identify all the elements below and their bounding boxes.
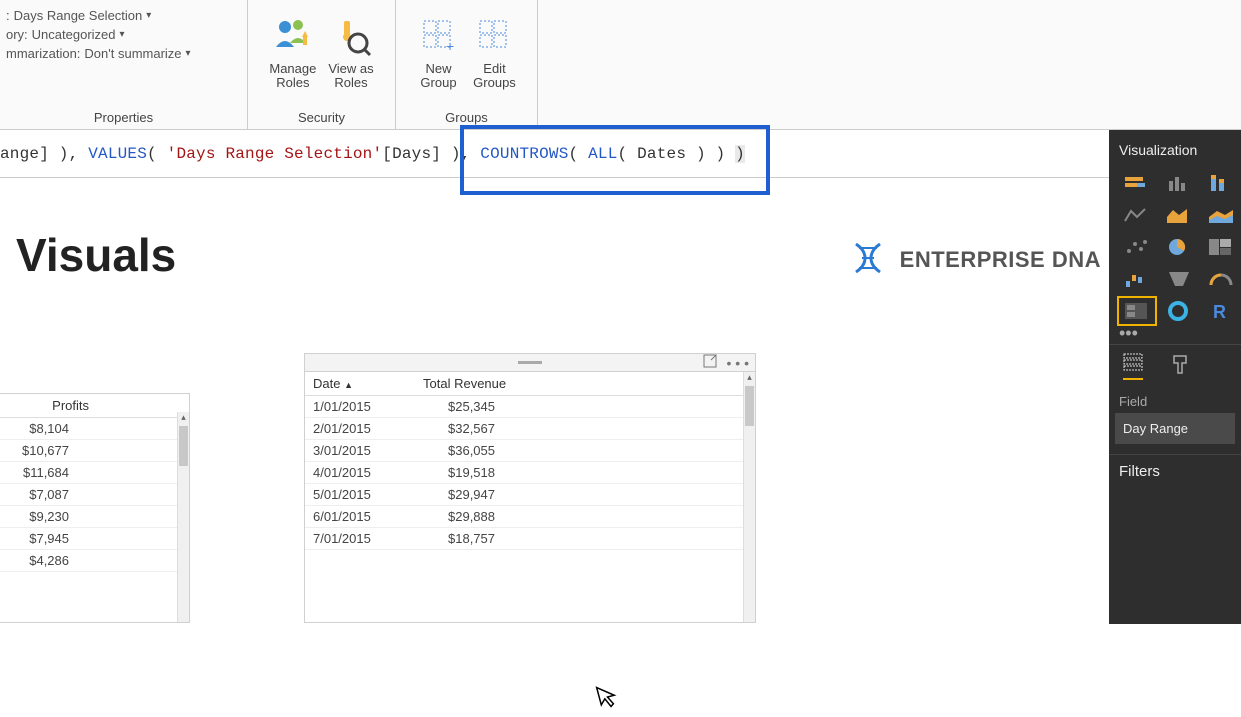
viz-stacked-area-icon[interactable] [1203,202,1239,228]
formula-bar[interactable]: ange] ), VALUES( 'Days Range Selection'[… [0,130,1241,178]
table-row[interactable]: 3/01/2015$36,055 [305,440,755,462]
table-row[interactable]: 6/01/2015$29,888 [305,506,755,528]
caret-down-icon: ▾ [120,29,125,40]
scrollbar[interactable]: ▴ [743,372,755,622]
pane-title: Visualization [1109,130,1241,170]
view-as-roles-label: View as Roles [328,62,373,91]
group-label-groups: Groups [402,108,531,129]
table-row[interactable]: 1/01/2015$25,345 [305,396,755,418]
viz-slicer-icon[interactable] [1119,298,1155,324]
property-category-row[interactable]: ory: Uncategorized ▾ [6,25,125,44]
group-label-properties: Properties [6,108,241,129]
scrollbar[interactable]: ▴ [177,412,189,622]
scroll-thumb[interactable] [179,426,188,466]
viz-clustered-column-icon[interactable] [1161,170,1197,196]
col-date[interactable]: Date ▲ [305,372,415,396]
table-row[interactable]: $11,684 [0,462,189,484]
viz-line-chart-icon[interactable] [1119,202,1155,228]
report-canvas[interactable]: Visuals ENTERPRISE DNA Profits $8,104$10… [0,178,1241,624]
visual-header[interactable]: • • • [305,354,755,372]
scroll-up-icon[interactable]: ▴ [744,372,755,384]
more-visuals-icon[interactable]: ••• [1109,328,1241,344]
dna-icon [848,238,888,281]
viz-treemap-icon[interactable] [1203,234,1239,260]
viz-stacked-bar-icon[interactable] [1119,170,1155,196]
table-row[interactable]: $7,087 [0,484,189,506]
viz-waterfall-icon[interactable] [1119,266,1155,292]
table-row[interactable]: $7,945 [0,528,189,550]
visual-revenue-table[interactable]: • • • Date ▲ Total Revenue 1/01/2015$25,… [304,353,756,623]
viz-area-chart-icon[interactable] [1161,202,1197,228]
visualization-gallery: R [1109,170,1241,328]
fields-tab-icon[interactable] [1123,353,1143,380]
new-group-icon: + [417,14,461,58]
table-row[interactable]: $10,677 [0,440,189,462]
field-well-item[interactable]: Day Range [1115,413,1235,444]
table-row[interactable]: 4/01/2015$19,518 [305,462,755,484]
filters-section-label[interactable]: Filters [1109,454,1241,488]
edit-groups-label: Edit Groups [473,62,516,91]
viz-stacked-column-icon[interactable] [1203,170,1239,196]
viz-scatter-chart-icon[interactable] [1119,234,1155,260]
viz-donut-icon[interactable] [1161,298,1197,324]
more-options-icon[interactable]: • • • [727,355,749,371]
ribbon-group-groups: + New Group Edit Groups [396,0,538,129]
focus-mode-icon[interactable] [703,354,717,371]
ribbon-group-properties: : Days Range Selection ▾ ory: Uncategori… [0,0,248,129]
drag-handle-icon[interactable] [518,361,542,364]
property-name-row[interactable]: : Days Range Selection ▾ [6,6,151,25]
mouse-cursor-icon [594,681,622,717]
ribbon: : Days Range Selection ▾ ory: Uncategori… [0,0,1241,130]
logo: ENTERPRISE DNA [848,238,1101,281]
caret-down-icon: ▾ [146,10,151,21]
table-row[interactable]: 2/01/2015$32,567 [305,418,755,440]
format-tab-icon[interactable] [1171,353,1189,380]
col-profits[interactable]: Profits [0,394,189,418]
view-as-roles-button[interactable]: View as Roles [322,10,379,95]
visual-profits-table[interactable]: Profits $8,104$10,677$11,684$7,087$9,230… [0,393,190,623]
caret-down-icon: ▾ [186,48,191,59]
new-group-label: New Group [420,62,456,91]
view-as-roles-icon [329,14,373,58]
sort-asc-icon: ▲ [344,380,353,390]
visualizations-pane: Visualization R ••• Field Day Range Filt… [1109,130,1241,624]
viz-funnel-icon[interactable] [1161,266,1197,292]
scroll-up-icon[interactable]: ▴ [178,412,189,424]
logo-text: ENTERPRISE DNA [900,247,1101,273]
scroll-thumb[interactable] [745,386,754,426]
viz-r-visual-icon[interactable]: R [1203,298,1239,324]
table-row[interactable]: $4,286 [0,550,189,572]
table-row[interactable]: 7/01/2015$18,757 [305,528,755,550]
viz-pie-chart-icon[interactable] [1161,234,1197,260]
group-label-security: Security [254,108,389,129]
table-row[interactable]: 5/01/2015$29,947 [305,484,755,506]
new-group-button[interactable]: + New Group [411,10,467,95]
table-row[interactable]: $9,230 [0,506,189,528]
edit-groups-icon [473,14,517,58]
manage-roles-button[interactable]: Manage Roles [263,10,322,95]
edit-groups-button[interactable]: Edit Groups [467,10,523,95]
property-summarization-row[interactable]: mmarization: Don't summarize ▾ [6,44,191,63]
ribbon-group-security: Manage Roles View as Roles Security [248,0,396,129]
col-total-revenue[interactable]: Total Revenue [415,372,755,396]
formula-text[interactable]: ange] ), VALUES( 'Days Range Selection'[… [0,145,745,163]
table-row[interactable]: $8,104 [0,418,189,440]
field-well-label: Field [1109,384,1241,413]
manage-roles-label: Manage Roles [269,62,316,91]
svg-text:R: R [1213,302,1226,321]
viz-gauge-icon[interactable] [1203,266,1239,292]
svg-text:+: + [446,38,454,54]
page-title: Visuals [16,228,176,282]
manage-roles-icon [271,14,315,58]
